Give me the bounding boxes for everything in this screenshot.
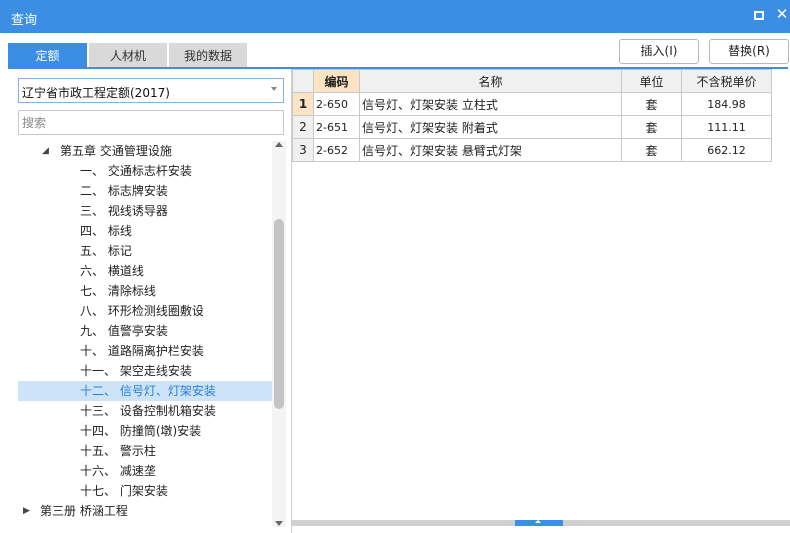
chevron-down-icon [271,87,277,91]
header-code[interactable]: 编码 [313,69,360,93]
tree-scrollbar[interactable] [272,141,286,527]
library-selected: 辽宁省市政工程定额(2017) [22,86,170,100]
tree-item[interactable]: 二、 标志牌安装 [18,181,272,201]
tree-chapter[interactable]: ◢ 第五章 交通管理设施 [18,141,272,161]
title-bar[interactable]: 查询 ✕ [0,0,790,33]
maximize-button[interactable] [751,9,767,23]
caret-up-icon [535,520,541,523]
cell-name[interactable]: 信号灯、灯架安装 立柱式 [359,92,622,116]
cell-code[interactable]: 2-652 [313,138,360,162]
table-row[interactable]: 2 2-651 信号灯、灯架安装 附着式 套 111.11 [292,115,772,139]
scroll-down-icon[interactable] [275,521,283,526]
result-panel: 编码 名称 单位 不含税单价 1 2-650 信号灯、灯架安装 立柱式 套 18… [291,69,790,533]
tree-item[interactable]: 十三、 设备控制机箱安装 [18,401,272,421]
scroll-up-icon[interactable] [275,142,283,147]
tree-item[interactable]: 九、 值警亭安装 [18,321,272,341]
tab-materials[interactable]: 人材机 [89,43,167,69]
tree-item[interactable]: 十五、 警示柱 [18,441,272,461]
row-number: 3 [292,138,314,162]
tree-item[interactable]: 五、 标记 [18,241,272,261]
tree-item[interactable]: 八、 环形检测线圈敷设 [18,301,272,321]
cell-code[interactable]: 2-650 [313,92,360,116]
tree-item[interactable]: 六、 横道线 [18,261,272,281]
header-unit[interactable]: 单位 [621,69,682,93]
table-header-row: 编码 名称 单位 不含税单价 [292,69,772,93]
cell-name[interactable]: 信号灯、灯架安装 附着式 [359,115,622,139]
table-row[interactable]: 1 2-650 信号灯、灯架安装 立柱式 套 184.98 [292,92,772,116]
tree-item[interactable]: 十、 道路隔离护栏安装 [18,341,272,361]
result-table: 编码 名称 单位 不含税单价 1 2-650 信号灯、灯架安装 立柱式 套 18… [292,69,772,162]
header-rownum [292,69,314,93]
collapsed-arrow-icon[interactable]: ▶ [23,501,30,521]
scroll-thumb[interactable] [274,219,284,409]
tab-my-data[interactable]: 我的数据 [169,43,247,69]
horizontal-splitter[interactable] [292,520,790,526]
tree-item[interactable]: 一、 交通标志杆安装 [18,161,272,181]
library-dropdown[interactable]: 辽宁省市政工程定额(2017) [18,78,284,103]
tree-item[interactable]: 三、 视线诱导器 [18,201,272,221]
cell-price[interactable]: 184.98 [681,92,772,116]
close-button[interactable]: ✕ [774,7,790,22]
search-input[interactable] [18,110,284,135]
cell-unit[interactable]: 套 [621,138,682,162]
insert-button[interactable]: 插入(I) [619,39,699,64]
tree-volume[interactable]: ▶ 第三册 桥涵工程 [18,501,272,521]
cell-price[interactable]: 662.12 [681,138,772,162]
replace-button[interactable]: 替换(R) [709,39,789,64]
tree-item[interactable]: 十七、 门架安装 [18,481,272,501]
row-number: 2 [292,115,314,139]
tree-item[interactable]: 十六、 减速垄 [18,461,272,481]
expanded-arrow-icon[interactable]: ◢ [42,141,49,161]
cell-unit[interactable]: 套 [621,115,682,139]
tree-item[interactable]: 十一、 架空走线安装 [18,361,272,381]
tree-item-selected[interactable]: 十二、 信号灯、灯架安装 [18,381,272,401]
table-row[interactable]: 3 2-652 信号灯、灯架安装 悬臂式灯架 套 662.12 [292,138,772,162]
maximize-icon [754,11,764,20]
quota-tree: ◢ 第五章 交通管理设施 一、 交通标志杆安装 二、 标志牌安装 三、 视线诱导… [18,141,272,531]
header-price[interactable]: 不含税单价 [681,69,772,93]
window-title: 查询 [11,13,38,28]
tab-bar: 定额 人材机 我的数据 插入(I) 替换(R) [0,33,790,69]
cell-name[interactable]: 信号灯、灯架安装 悬臂式灯架 [359,138,622,162]
tree-item[interactable]: 十四、 防撞筒(墩)安装 [18,421,272,441]
header-name[interactable]: 名称 [359,69,622,93]
cell-code[interactable]: 2-651 [313,115,360,139]
tab-quota[interactable]: 定额 [8,43,87,69]
row-number: 1 [292,92,314,116]
cell-price[interactable]: 111.11 [681,115,772,139]
tree-item[interactable]: 七、 清除标线 [18,281,272,301]
cell-unit[interactable]: 套 [621,92,682,116]
query-window: 查询 ✕ 定额 人材机 我的数据 插入(I) 替换(R) 辽宁省市政工程定额(2… [0,0,790,533]
left-panel: 辽宁省市政工程定额(2017) ◢ 第五章 交通管理设施 一、 交通标志杆安装 … [10,69,290,533]
tree-item[interactable]: 四、 标线 [18,221,272,241]
